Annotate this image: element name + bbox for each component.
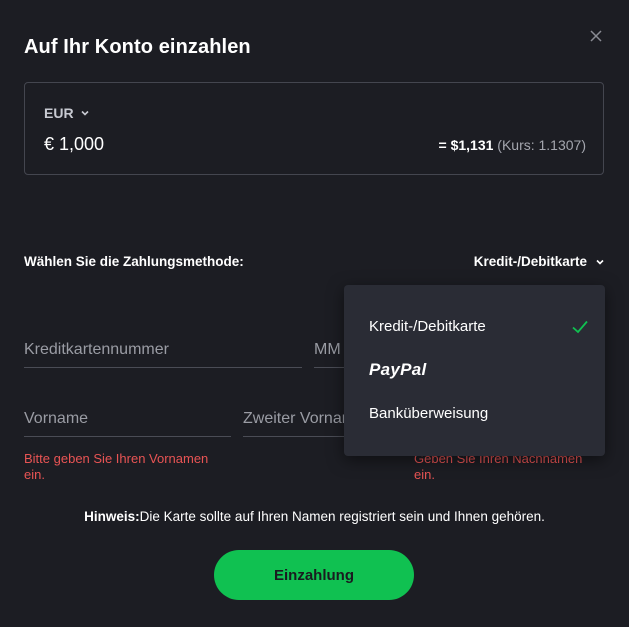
- close-icon: [590, 30, 602, 42]
- dropdown-option-paypal[interactable]: PayPal: [369, 360, 589, 380]
- payment-method-selected: Kredit-/Debitkarte: [473, 254, 587, 269]
- notice-label: Hinweis:: [84, 509, 140, 524]
- card-number-field[interactable]: Kreditkartennummer: [24, 341, 302, 368]
- deposit-button[interactable]: Einzahlung: [214, 550, 414, 600]
- first-name-field[interactable]: Vorname: [24, 410, 231, 437]
- amount-box: EUR € 1,000 = $1,131 (Kurs: 1.1307): [24, 82, 604, 175]
- paypal-logo: PayPal: [369, 360, 427, 379]
- chevron-down-icon: [596, 259, 604, 265]
- notice: Hinweis:Die Karte sollte auf Ihren Namen…: [0, 509, 629, 524]
- notice-text: Die Karte sollte auf Ihren Namen registr…: [139, 509, 545, 524]
- conversion-display: = $1,131 (Kurs: 1.1307): [439, 137, 587, 153]
- option-label: Banküberweisung: [369, 405, 489, 422]
- payment-method-label: Wählen Sie die Zahlungsmethode:: [24, 254, 244, 269]
- amount-input[interactable]: € 1,000: [44, 134, 104, 155]
- dropdown-option-bank[interactable]: Banküberweisung: [369, 405, 589, 422]
- middle-name-field[interactable]: Zweiter Vorname: [243, 410, 358, 437]
- payment-method-dropdown: Kredit-/Debitkarte PayPal Banküberweisun…: [344, 285, 605, 456]
- conversion-rate: (Kurs: 1.1307): [497, 137, 586, 153]
- dropdown-option-card[interactable]: Kredit-/Debitkarte: [369, 318, 589, 335]
- payment-method-select[interactable]: Kredit-/Debitkarte: [474, 254, 605, 269]
- chevron-down-icon: [80, 110, 89, 116]
- option-label: Kredit-/Debitkarte: [369, 318, 486, 335]
- currency-label: EUR: [44, 105, 74, 121]
- currency-select[interactable]: EUR: [44, 105, 90, 121]
- close-button[interactable]: [586, 26, 606, 46]
- first-name-error: Bitte geben Sie Ihren Vornamen ein.: [24, 451, 209, 482]
- checkmark-icon: [572, 320, 588, 333]
- conversion-value: = $1,131: [438, 137, 494, 153]
- modal-title: Auf Ihr Konto einzahlen: [24, 36, 251, 58]
